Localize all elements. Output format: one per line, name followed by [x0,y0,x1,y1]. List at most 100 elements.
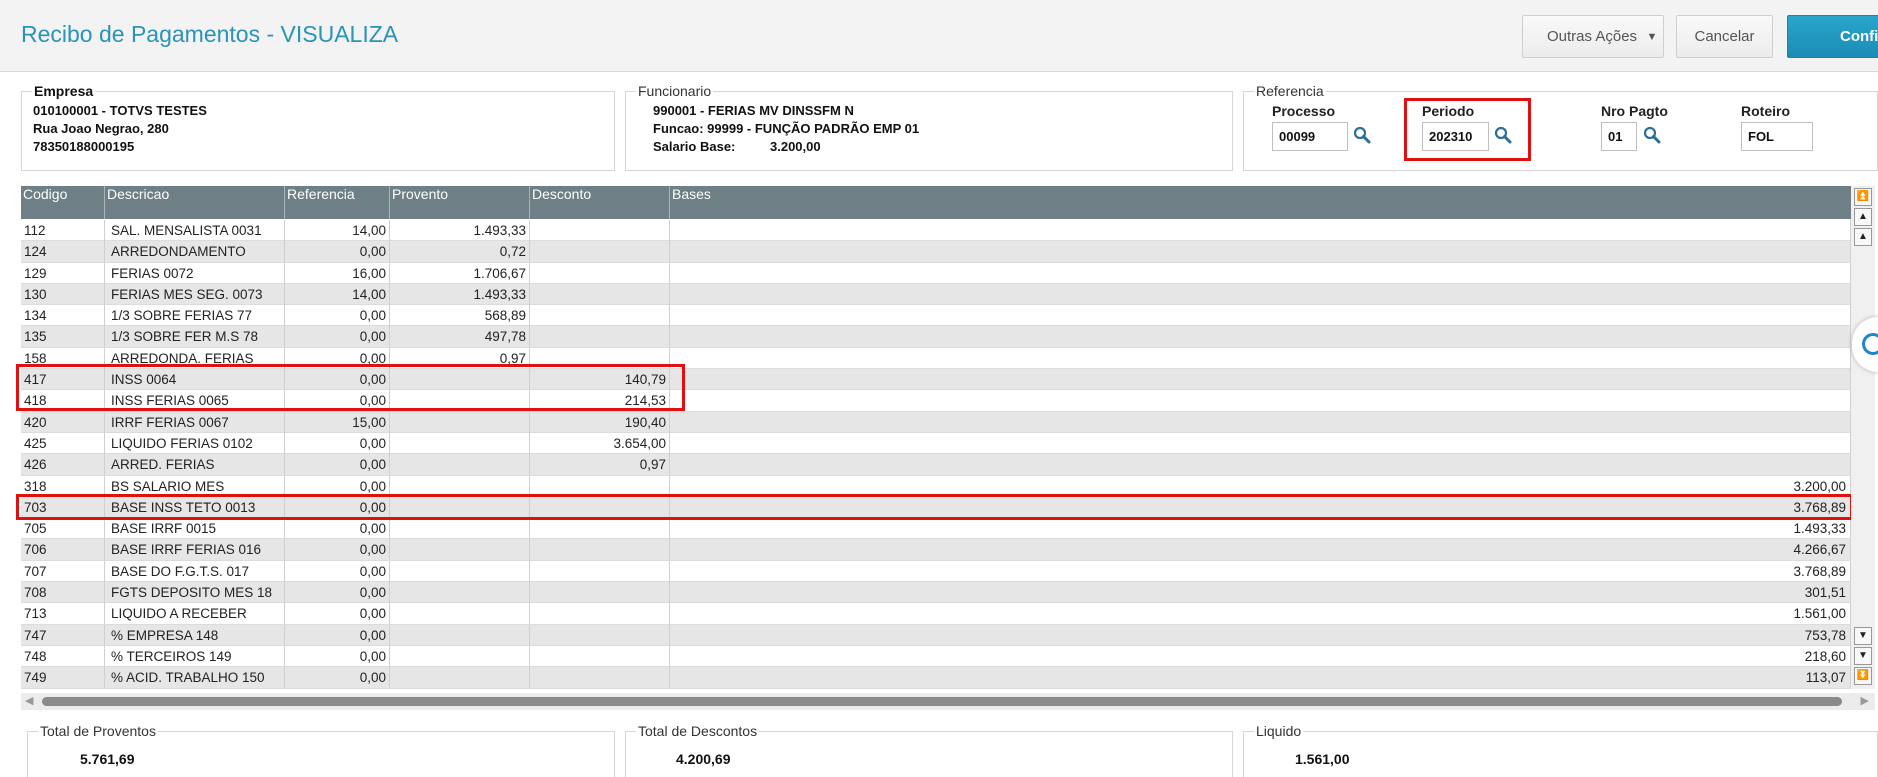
confirm-button[interactable]: Confirmar [1787,15,1878,58]
table-row[interactable]: 158 ARREDONDA. FERIAS 0,00 0,97 [21,347,1851,370]
page-down-icon[interactable]: ▼ [1854,647,1872,665]
col-provento[interactable]: Provento [390,186,530,219]
salario-base-value: 3.200,00 [770,139,821,154]
table-row[interactable]: 135 1/3 SOBRE FER M.S 78 0,00 497,78 [21,326,1851,348]
outras-acoes-button[interactable]: Outras Ações ▼ [1522,15,1664,58]
chevron-down-icon: ▼ [1646,30,1658,43]
cell-codigo: 426 [21,454,105,476]
cell-desconto [530,262,670,284]
funcionario-line-2: Funcao: 99999 - FUNÇÃO PADRÃO EMP 01 [653,121,920,136]
cell-bases [670,432,1851,454]
table-row[interactable]: 426 ARRED. FERIAS 0,00 0,97 [21,454,1851,476]
table-row[interactable]: 420 IRRF FERIAS 0067 15,00 190,40 [21,411,1851,433]
cell-descricao: INSS 0064 [105,369,285,391]
search-icon[interactable] [1353,126,1371,144]
cell-provento: 1.493,33 [390,283,530,305]
table-row[interactable]: 747% EMPRESA 148 0,00 753,78 [21,624,1851,646]
table-row[interactable]: 134 1/3 SOBRE FERIAS 77 0,00 568,89 [21,305,1851,327]
scroll-bottom-icon[interactable]: ⏬ [1854,667,1872,685]
cell-referencia: 0,00 [285,624,390,646]
col-referencia[interactable]: Referencia [285,186,390,219]
cell-codigo: 749 [21,667,105,689]
col-desconto[interactable]: Desconto [530,186,670,219]
table-row[interactable]: 707 BASE DO F.G.T.S. 017 0,00 3.768,89 [21,560,1851,583]
liquido-label: Liquido [1254,723,1304,739]
col-descricao[interactable]: Descricao [105,186,285,219]
nro-pagto-label: Nro Pagto [1601,103,1668,119]
cell-bases [670,369,1851,391]
cell-desconto [530,582,670,604]
page-up-icon[interactable]: ▲ [1854,208,1872,226]
horizontal-scrollbar[interactable]: ◀ ▶ [21,693,1875,710]
cell-provento [390,411,530,433]
table-row[interactable]: 417 INSS 0064 0,00 140,79 [21,369,1851,391]
col-codigo[interactable]: Codigo [21,186,105,219]
funcionario-group: Funcionario 990001 - FERIAS MV DINSSFM N… [625,83,1233,171]
table-row[interactable]: 124 ARREDONDAMENTO 0,00 0,72 [21,241,1851,263]
search-icon[interactable] [1643,126,1661,144]
empresa-group: Empresa 010100001 - TOTVS TESTES Rua Joa… [21,83,615,171]
cell-provento [390,475,530,497]
cell-desconto: 190,40 [530,411,670,433]
cell-provento [390,667,530,689]
cell-descricao: BASE IRRF 0015 [105,518,285,540]
cell-provento [390,518,530,540]
cell-desconto [530,539,670,561]
liquido-value: 1.561,00 [1295,751,1350,767]
cell-referencia: 0,00 [285,539,390,561]
vertical-scrollbar[interactable]: ⏫ ▲ ▲ ▼ ▼ ⏬ [1851,186,1875,689]
cell-referencia: 0,00 [285,667,390,689]
cell-bases: 218,60 [670,645,1851,667]
table-row[interactable]: 112 SAL. MENSALISTA 0031 14,00 1.493,33 [21,220,1851,242]
cell-provento: 0,97 [390,347,530,369]
cell-descricao: SAL. MENSALISTA 0031 [105,220,285,241]
scroll-left-icon[interactable]: ◀ [25,694,33,707]
cell-bases [670,305,1851,327]
table-row[interactable]: 129 FERIAS 0072 16,00 1.706,67 [21,262,1851,284]
cell-referencia: 14,00 [285,283,390,305]
table-row[interactable]: 425 LIQUIDO FERIAS 0102 0,00 3.654,00 [21,432,1851,455]
cell-provento [390,369,530,391]
table-row[interactable]: 708 FGTS DEPOSITO MES 18 0,00 301,51 [21,582,1851,604]
cell-codigo: 748 [21,645,105,667]
total-proventos-value: 5.761,69 [80,751,135,767]
horizontal-scroll-thumb[interactable] [42,697,1842,706]
scroll-right-icon[interactable]: ▶ [1861,694,1869,707]
col-bases[interactable]: Bases [670,186,1851,219]
line-down-icon[interactable]: ▼ [1854,627,1872,645]
roteiro-field[interactable]: FOL [1741,122,1813,151]
cell-descricao: FGTS DEPOSITO MES 18 [105,582,285,604]
table-row[interactable]: 748% TERCEIROS 149 0,00 218,60 [21,645,1851,668]
cell-descricao: BS SALARIO MES [105,475,285,497]
cell-descricao: ARRED. FERIAS [105,454,285,476]
cell-codigo: 130 [21,283,105,305]
table-row[interactable]: 749% ACID. TRABALHO 150 0,00 113,07 [21,667,1851,689]
cell-provento [390,539,530,561]
processo-label: Processo [1272,103,1336,119]
table-row[interactable]: 130 FERIAS MES SEG. 0073 14,00 1.493,33 [21,283,1851,306]
cell-referencia: 0,00 [285,326,390,348]
processo-field[interactable]: 00099 [1272,122,1348,151]
scroll-top-icon[interactable]: ⏫ [1854,188,1872,206]
grid-header: Codigo Descricao Referencia Provento Des… [21,186,1851,219]
cell-provento: 568,89 [390,305,530,327]
table-row[interactable]: 706 BASE IRRF FERIAS 016 0,00 4.266,67 [21,539,1851,561]
nro-pagto-field[interactable]: 01 [1601,122,1637,151]
cancel-button[interactable]: Cancelar [1676,15,1773,58]
cell-provento [390,454,530,476]
page-header: Recibo de Pagamentos - VISUALIZA Outras … [0,0,1878,72]
cell-referencia: 0,00 [285,475,390,497]
line-up-icon[interactable]: ▲ [1854,228,1872,246]
cell-desconto [530,305,670,327]
cell-bases: 1.493,33 [670,518,1851,540]
table-row[interactable]: 318 BS SALARIO MES 0,00 3.200,00 [21,475,1851,497]
cell-referencia: 0,00 [285,347,390,369]
cell-codigo: 129 [21,262,105,284]
cell-bases: 113,07 [670,667,1851,689]
periodo-highlight [1404,98,1531,161]
table-row[interactable]: 703 BASE INSS TETO 0013 0,00 3.768,89 [21,496,1851,519]
table-row[interactable]: 705 BASE IRRF 0015 0,00 1.493,33 [21,518,1851,540]
table-row[interactable]: 713 LIQUIDO A RECEBER 0,00 1.561,00 [21,603,1851,625]
table-row[interactable]: 418 INSS FERIAS 0065 0,00 214,53 [21,390,1851,412]
cell-codigo: 158 [21,347,105,369]
